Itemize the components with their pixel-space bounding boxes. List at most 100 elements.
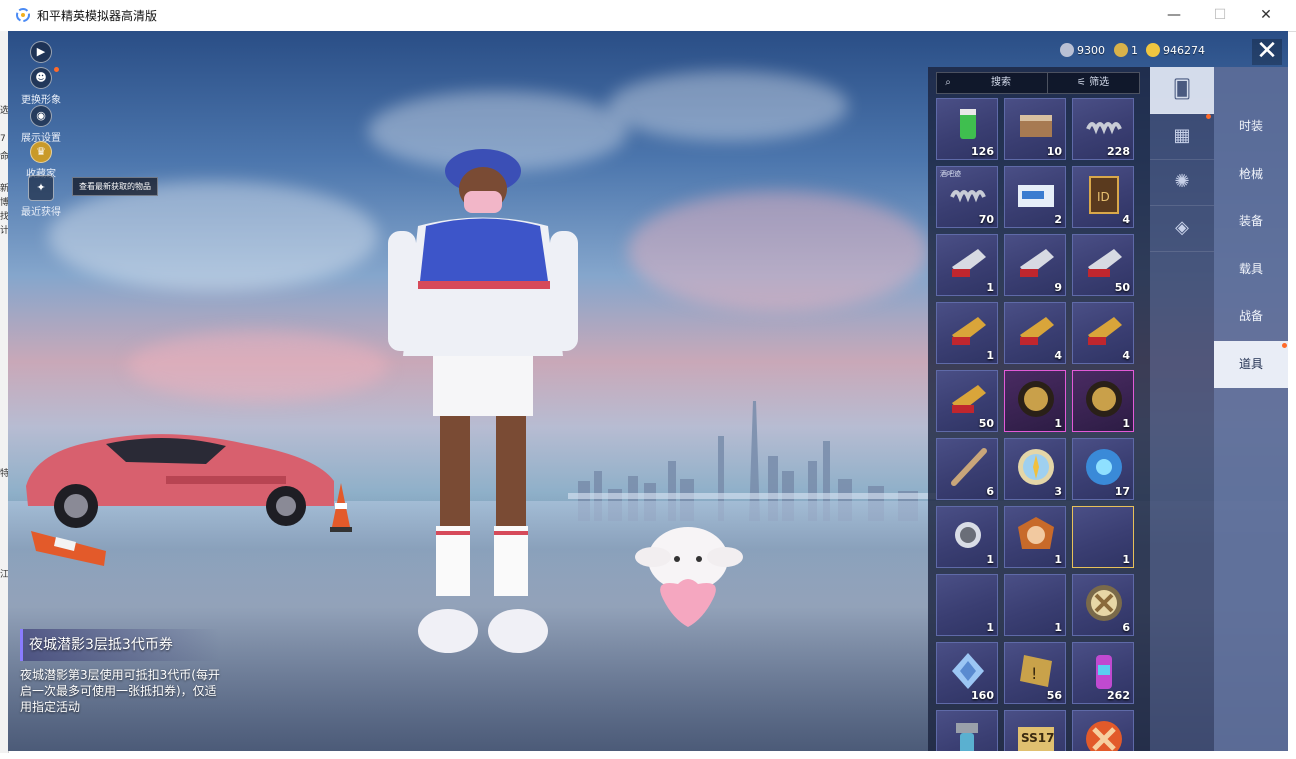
firework-icon[interactable]: ✺ bbox=[1150, 159, 1214, 206]
search-icon: ⌕ bbox=[945, 77, 951, 88]
inventory-item-bp-card-3d[interactable]: 9 bbox=[1004, 234, 1066, 296]
gold-card-3d-icon bbox=[1088, 317, 1122, 345]
currency-bp[interactable]: 946274 bbox=[1146, 41, 1205, 59]
bp-card-3d-icon bbox=[1020, 249, 1054, 277]
inventory-item-gold-card-1d[interactable]: 4 bbox=[1004, 302, 1066, 364]
player-character bbox=[388, 149, 578, 653]
tab-items[interactable]: 道具 bbox=[1214, 341, 1288, 388]
inventory-item-orange-x-badge[interactable]: ◷25 bbox=[1072, 710, 1134, 751]
tab-weapons[interactable]: 枪械 bbox=[1214, 151, 1288, 198]
calendar-icon[interactable]: ▦ bbox=[1150, 113, 1214, 160]
inventory-item-gold-plate[interactable]: ! 56 bbox=[1004, 642, 1066, 704]
item-count: 2 bbox=[1054, 213, 1062, 226]
item-art-text: SS17 bbox=[1021, 731, 1055, 745]
currency-medal[interactable]: 9300 bbox=[1060, 41, 1105, 59]
ticket-icon[interactable]: ◈ bbox=[1150, 205, 1214, 252]
tab-fashion[interactable]: 时装 bbox=[1214, 103, 1288, 150]
inventory-item-bp-card-2h[interactable]: 50 bbox=[1072, 234, 1134, 296]
inventory-item-green-can[interactable]: 126 bbox=[936, 98, 998, 160]
inventory-item-empty[interactable]: 1 bbox=[1072, 506, 1134, 568]
currency-value: 9300 bbox=[1077, 43, 1105, 57]
item-count: 126 bbox=[971, 145, 994, 158]
side-menu-display-settings[interactable]: ◉ 展示设置 bbox=[20, 105, 62, 144]
inventory-item-lion-emblem[interactable]: 1 bbox=[1072, 370, 1134, 432]
item-count: 6 bbox=[1122, 621, 1130, 634]
item-count: 1 bbox=[1122, 417, 1130, 430]
item-title: 夜城潜影3层抵3代币券 bbox=[20, 629, 220, 661]
cloud bbox=[608, 71, 848, 141]
tab-battle-prep[interactable]: 战备 bbox=[1214, 293, 1288, 340]
inventory-item-puzzle-orb[interactable]: 17 bbox=[1072, 438, 1134, 500]
close-window-button[interactable]: ✕ bbox=[1243, 0, 1289, 31]
tab-equipment[interactable]: 装备 bbox=[1214, 198, 1288, 245]
inventory-item-empty[interactable]: 1 bbox=[936, 574, 998, 636]
side-menu-recently-obtained[interactable]: ✦ 最近获得 bbox=[20, 175, 62, 218]
plush-bunny-pet bbox=[635, 527, 743, 627]
play-icon: ▶ bbox=[30, 41, 52, 63]
inventory-item-spray-gun[interactable]: 110 bbox=[936, 710, 998, 751]
inventory-item-gold-card-3d[interactable]: 4 bbox=[1072, 302, 1134, 364]
crate-icon bbox=[1020, 115, 1052, 137]
item-count: 1 bbox=[1054, 621, 1062, 634]
currency-value: 1 bbox=[1131, 43, 1138, 57]
inventory-item-diamond-crystal[interactable]: 160 bbox=[936, 642, 998, 704]
subcategory-icon-column: 🂠 ▦ ✺ ◈ bbox=[1150, 67, 1214, 751]
tab-vehicles[interactable]: 载具 bbox=[1214, 246, 1288, 293]
inventory-item-lion-emblem[interactable]: 1 bbox=[1004, 370, 1066, 432]
bp-card-2h-icon bbox=[1088, 249, 1122, 277]
bp-card-3d-icon bbox=[952, 249, 986, 277]
spring-icon bbox=[950, 190, 986, 203]
empty-icon bbox=[1016, 583, 1056, 623]
inventory-item-ticket[interactable]: 2 bbox=[1004, 166, 1066, 228]
inventory-item-gold-cross-coin[interactable]: 6 bbox=[1072, 574, 1134, 636]
inventory-item-spring[interactable]: 228 bbox=[1072, 98, 1134, 160]
item-count: 262 bbox=[1107, 689, 1130, 702]
inventory-item-bp-card-3d[interactable]: 1 bbox=[936, 234, 998, 296]
filter-button[interactable]: ⚟ 筛选 bbox=[1049, 73, 1137, 93]
svg-text:!: ! bbox=[1031, 664, 1037, 683]
inventory-item-crate[interactable]: 10 bbox=[1004, 98, 1066, 160]
search-input[interactable]: 搜索 bbox=[955, 73, 1048, 93]
side-menu-change-avatar[interactable]: ☻ 更换形象 bbox=[20, 67, 62, 106]
item-card-icon[interactable]: 🂠 bbox=[1150, 67, 1214, 114]
inventory-item-spray-can[interactable]: 262 bbox=[1072, 642, 1134, 704]
avatar-icon: ☻ bbox=[30, 67, 52, 89]
silver-medal-icon bbox=[955, 522, 981, 548]
inventory-item-spring[interactable]: 酒吧迹 70 bbox=[936, 166, 998, 228]
inventory-item-silver-medal[interactable]: 1 bbox=[936, 506, 998, 568]
inventory-item-empty[interactable]: 1 bbox=[1004, 574, 1066, 636]
item-count: 1 bbox=[986, 621, 994, 634]
filter-label: 筛选 bbox=[1089, 77, 1110, 88]
gold-card-1d-icon bbox=[952, 317, 986, 345]
inventory-item-compass[interactable]: 3 bbox=[1004, 438, 1066, 500]
item-label: 酒吧迹 bbox=[940, 170, 961, 178]
window-titlebar: 和平精英模拟器高清版 — ☐ ✕ bbox=[0, 0, 1296, 32]
inventory-item-ss17-ticket[interactable]: SS1710 bbox=[1004, 710, 1066, 751]
cloud bbox=[128, 331, 388, 401]
currency-season[interactable]: 1 bbox=[1114, 41, 1138, 59]
ticket-icon bbox=[1018, 185, 1054, 207]
empty-icon bbox=[948, 583, 988, 623]
item-count: 1 bbox=[1054, 417, 1062, 430]
empty-icon bbox=[1084, 515, 1124, 555]
inventory-item-gold-card-1d[interactable]: 1 bbox=[936, 302, 998, 364]
fist-badge-icon bbox=[1018, 517, 1054, 549]
gift-icon: ✦ bbox=[28, 175, 54, 201]
inventory-item-gold-card-2h[interactable]: 50 bbox=[936, 370, 998, 432]
inventory-item-fist-badge[interactable]: 1 bbox=[1004, 506, 1066, 568]
minimize-button[interactable]: — bbox=[1151, 0, 1197, 31]
close-inventory-button[interactable]: ✕ bbox=[1252, 38, 1282, 65]
spring-icon bbox=[1086, 122, 1122, 135]
game-viewport: ▶ ☻ 更换形象 ◉ 展示设置 ♛ 收藏家 ✦ 最近获得 查看最新获取的物品 9… bbox=[8, 31, 1288, 751]
strip-text: 7 bbox=[0, 134, 6, 144]
inventory-item-id-card[interactable]: ID 4 bbox=[1072, 166, 1134, 228]
bp-coin-icon bbox=[1146, 43, 1160, 57]
orange-x-badge-icon bbox=[1086, 721, 1122, 751]
maximize-button[interactable]: ☐ bbox=[1197, 0, 1243, 31]
currency-value: 946274 bbox=[1163, 43, 1205, 57]
bridge-rail bbox=[568, 493, 968, 499]
eye-icon: ◉ bbox=[30, 105, 52, 127]
inventory-item-baseball-bat[interactable]: 6 bbox=[936, 438, 998, 500]
item-count: 1 bbox=[986, 349, 994, 362]
side-menu-play[interactable]: ▶ bbox=[20, 41, 62, 65]
